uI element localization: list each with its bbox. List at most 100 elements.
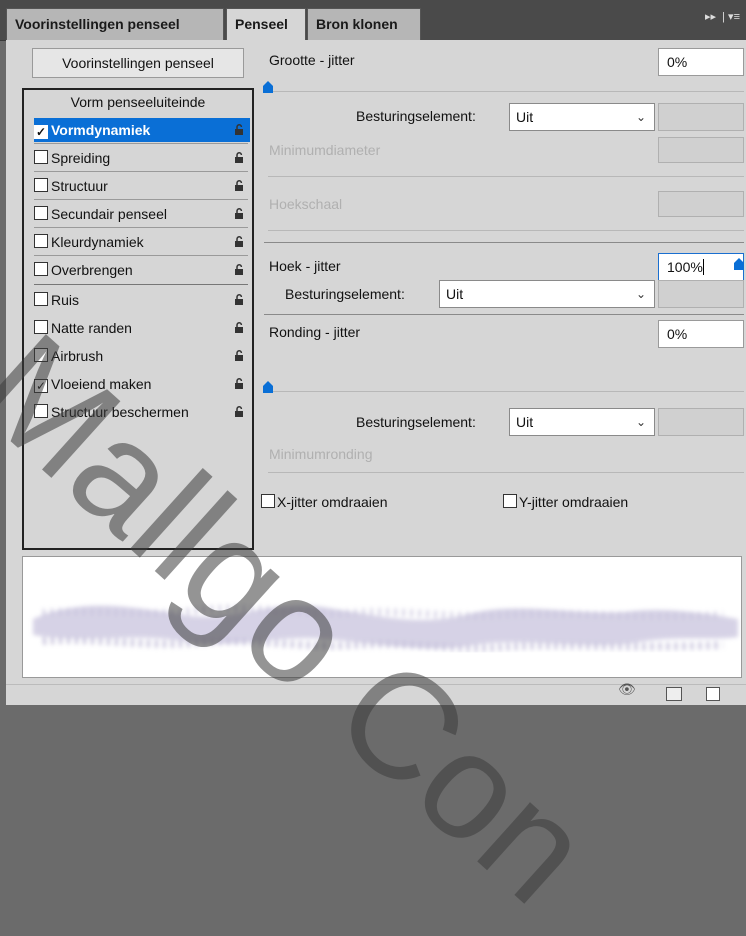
section-divider	[264, 314, 744, 315]
list-item-noise[interactable]: Ruis	[34, 288, 250, 312]
brush-tip-shape-item[interactable]: Vorm penseeluiteinde	[24, 94, 252, 110]
list-item-wet-edges[interactable]: Natte randen	[34, 316, 250, 340]
control3-aux-field	[658, 408, 744, 436]
lock-icon[interactable]	[234, 406, 246, 418]
brush-settings-list: Vorm penseeluiteinde ✓ Vormdynamiek Sprei…	[22, 88, 254, 550]
control1-aux-field	[658, 103, 744, 131]
list-item-label: Secundair penseel	[51, 206, 167, 222]
flip-y-label: Y-jitter omdraaien	[519, 494, 629, 510]
roundness-jitter-input[interactable]: 0%	[658, 320, 744, 348]
list-item-label: Natte randen	[51, 320, 132, 336]
tab-brush-presets[interactable]: Voorinstellingen penseel	[6, 8, 224, 40]
list-item-transfer[interactable]: Overbrengen	[34, 258, 250, 282]
list-item-label: Overbrengen	[51, 262, 133, 278]
list-item-dual-brush[interactable]: Secundair penseel	[34, 202, 250, 226]
tab-clone-source[interactable]: Bron klonen	[307, 8, 421, 40]
flip-y-checkbox[interactable]: Y-jitter omdraaien	[503, 494, 628, 510]
roundness-jitter-label: Ronding - jitter	[269, 324, 361, 340]
lock-icon[interactable]	[234, 264, 246, 276]
checkbox[interactable]	[34, 262, 48, 276]
list-item-label: Ruis	[51, 292, 80, 308]
grid-icon[interactable]	[666, 687, 682, 701]
roundness-jitter-slider-handle[interactable]	[263, 381, 273, 393]
angle-jitter-label: Hoek - jitter	[269, 258, 341, 274]
tilt-scale-label: Hoekschaal	[269, 196, 343, 212]
checkbox[interactable]	[34, 178, 48, 192]
roundness-jitter-slider-track[interactable]	[268, 391, 744, 392]
list-item-label: Vloeiend maken	[51, 376, 152, 392]
list-item-label: Kleurdynamiek	[51, 234, 144, 250]
size-jitter-label: Grootte - jitter	[269, 52, 355, 68]
list-item-color-dynamics[interactable]: Kleurdynamiek	[34, 230, 250, 254]
control3-select[interactable]: Uit ⌄	[509, 408, 655, 436]
chevron-down-icon: ⌄	[635, 415, 646, 429]
checkbox[interactable]	[34, 150, 48, 164]
angle-jitter-value: 100%	[667, 259, 703, 275]
angle-jitter-input[interactable]: 100%	[658, 253, 744, 281]
control1-select[interactable]: Uit ⌄	[509, 103, 655, 131]
panel-footer: 👁	[6, 681, 746, 705]
lock-icon[interactable]	[234, 208, 246, 220]
list-item-texture[interactable]: Structuur	[34, 174, 250, 198]
list-item-label: Structuur	[51, 178, 108, 194]
lock-icon[interactable]	[234, 152, 246, 164]
checkbox[interactable]	[34, 292, 48, 306]
size-jitter-slider-track[interactable]	[268, 91, 744, 92]
list-item-label: Vormdynamiek	[51, 122, 151, 138]
checkbox[interactable]	[34, 320, 48, 334]
angle-jitter-slider-track[interactable]	[268, 270, 744, 271]
lock-icon[interactable]	[234, 236, 246, 248]
checkbox[interactable]	[34, 404, 48, 418]
list-item-scattering[interactable]: Spreiding	[34, 146, 250, 170]
panel-menu-icon[interactable]: ▸▸ | ▾≡	[705, 10, 740, 23]
list-item-protect-texture[interactable]: Structuur beschermen	[34, 400, 250, 424]
section-divider	[264, 242, 744, 243]
list-item-label: Spreiding	[51, 150, 111, 166]
chevron-down-icon: ⌄	[635, 110, 646, 124]
checkbox[interactable]	[34, 234, 48, 248]
tilt-scale-slider-track	[268, 230, 744, 231]
control2-select[interactable]: Uit ⌄	[439, 280, 655, 308]
checkbox-checked[interactable]: ✓	[34, 379, 48, 393]
control1-label: Besturingselement:	[356, 108, 476, 124]
control1-value: Uit	[516, 109, 534, 125]
list-item-label: Structuur beschermen	[51, 404, 189, 420]
angle-jitter-slider-handle[interactable]	[734, 258, 744, 270]
checkbox[interactable]	[261, 494, 275, 508]
control2-label: Besturingselement:	[285, 286, 405, 302]
min-roundness-slider-track	[268, 472, 744, 473]
lock-icon[interactable]	[234, 322, 246, 334]
tab-brush[interactable]: Penseel	[226, 8, 306, 40]
checkbox[interactable]	[34, 348, 48, 362]
min-roundness-label: Minimumronding	[269, 446, 373, 462]
lock-icon[interactable]	[234, 350, 246, 362]
list-item-smoothing[interactable]: ✓ Vloeiend maken	[34, 372, 250, 396]
eye-brush-icon[interactable]: 👁	[618, 681, 636, 698]
tab-bar: Voorinstellingen penseel Penseel Bron kl…	[0, 0, 746, 41]
checkbox[interactable]	[34, 206, 48, 220]
control3-label: Besturingselement:	[356, 414, 476, 430]
brush-stroke-image	[33, 604, 738, 652]
checkbox-checked[interactable]: ✓	[34, 125, 48, 139]
size-jitter-input[interactable]: 0%	[658, 48, 744, 76]
tilt-scale-input	[658, 191, 744, 217]
lock-icon[interactable]	[234, 378, 246, 390]
brush-presets-button[interactable]: Voorinstellingen penseel	[32, 48, 244, 78]
list-item-airbrush[interactable]: Airbrush	[34, 344, 250, 368]
control2-value: Uit	[446, 286, 464, 302]
lock-icon[interactable]	[234, 294, 246, 306]
min-diameter-label: Minimumdiameter	[269, 142, 381, 158]
checkbox[interactable]	[503, 494, 517, 508]
lock-icon[interactable]	[234, 180, 246, 192]
lock-icon[interactable]	[234, 124, 246, 136]
size-jitter-slider-handle[interactable]	[263, 81, 273, 93]
new-preset-icon[interactable]	[706, 687, 720, 701]
chevron-down-icon: ⌄	[635, 287, 646, 301]
control2-aux-field	[658, 280, 744, 308]
flip-x-label: X-jitter omdraaien	[277, 494, 388, 510]
flip-x-checkbox[interactable]: X-jitter omdraaien	[261, 494, 388, 510]
control3-value: Uit	[516, 414, 534, 430]
min-diameter-slider-track	[268, 176, 744, 177]
list-item-label: Airbrush	[51, 348, 104, 364]
list-item-shape-dynamics[interactable]: ✓ Vormdynamiek	[34, 118, 250, 142]
